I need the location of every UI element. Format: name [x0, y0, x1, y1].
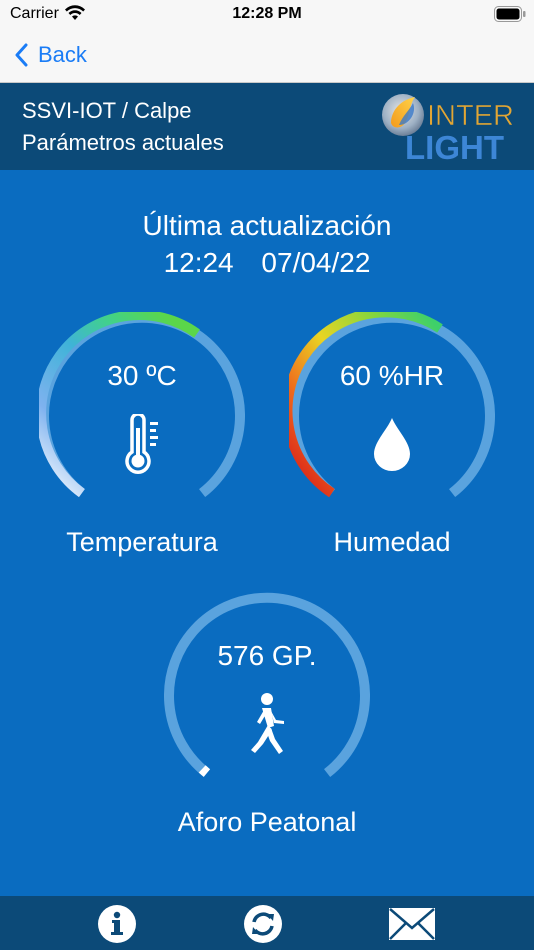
- status-time: 12:28 PM: [232, 5, 302, 22]
- walking-person-icon: [251, 693, 284, 754]
- thermometer-icon: [125, 414, 158, 474]
- footfall-value: 576 GP.: [217, 640, 317, 671]
- temperature-label: Temperatura: [66, 527, 218, 557]
- water-drop-icon: [374, 418, 410, 471]
- site-title: SSVI-IOT / Calpe: [22, 98, 192, 123]
- humidity-gauge: 60 %HR Humedad: [289, 312, 495, 562]
- footfall-gauge: 576 GP. Aforo Peatonal: [164, 592, 370, 842]
- back-button[interactable]: Back: [14, 40, 87, 70]
- header-band: SSVI-IOT / Calpe Parámetros actuales INT…: [0, 83, 534, 170]
- svg-text:INTER: INTER: [427, 100, 514, 132]
- chevron-left-icon: [15, 43, 28, 67]
- temperature-value: 30 ºC: [107, 360, 177, 391]
- humidity-gauge-arc: [289, 312, 495, 498]
- last-update-date: 07/04/22: [261, 247, 371, 278]
- temperature-gauge: 30 ºC Temperatura: [39, 312, 245, 562]
- page-title: Parámetros actuales: [22, 130, 224, 155]
- refresh-icon[interactable]: [243, 904, 283, 944]
- interlight-logo: INTER LIGHT: [382, 94, 514, 165]
- footfall-label: Aforo Peatonal: [177, 807, 357, 837]
- battery-icon: [494, 6, 526, 22]
- svg-text:LIGHT: LIGHT: [405, 129, 504, 165]
- last-update-time: 12:24: [163, 247, 234, 278]
- humidity-value: 60 %HR: [339, 360, 445, 391]
- humidity-label: Humedad: [333, 527, 451, 557]
- mail-icon[interactable]: [388, 904, 436, 944]
- temperature-gauge-arc: [39, 312, 245, 498]
- navigation-bar: Back: [0, 30, 534, 83]
- back-label: Back: [38, 42, 87, 67]
- last-update-title: Última actualización: [142, 210, 392, 241]
- bottom-tab-bar: [0, 896, 534, 950]
- info-icon[interactable]: [97, 904, 137, 944]
- status-bar: Carrier 12:28 PM: [0, 0, 534, 30]
- last-update-datetime: 12:24 07/04/22: [0, 247, 534, 279]
